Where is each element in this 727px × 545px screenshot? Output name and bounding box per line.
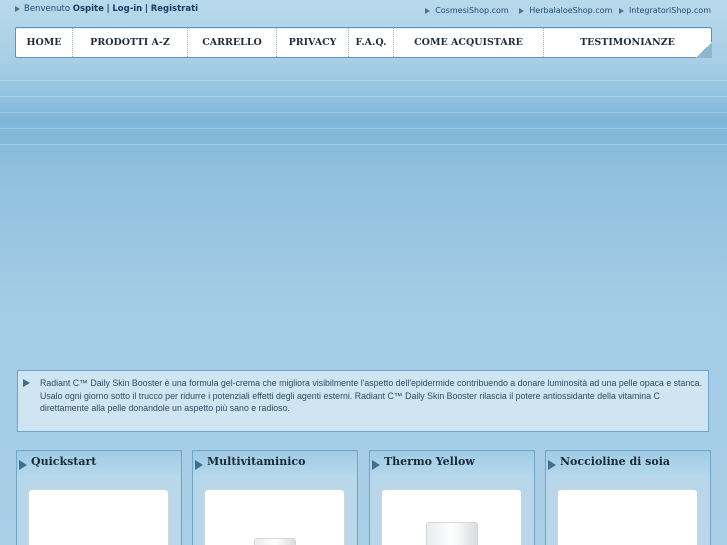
top-bar: Benvenuto Ospite | Log-in | Registrati C… (0, 0, 727, 24)
divider (0, 112, 727, 113)
divider (0, 144, 727, 145)
divider (0, 96, 727, 97)
product-image[interactable] (204, 489, 345, 545)
product-image[interactable] (557, 489, 698, 545)
register-link[interactable]: Registrati (151, 4, 198, 14)
nav-come-acquistare[interactable]: COME ACQUISTARE (394, 28, 544, 57)
site-link-cosmesi[interactable]: CosmesiShop.com (425, 6, 509, 15)
product-description: Radiant C™ Daily Skin Booster è una form… (17, 370, 709, 432)
bottle-image (250, 538, 300, 545)
site-link-herbalaloe[interactable]: HerbalaloeShop.com (519, 6, 612, 15)
description-text: Radiant C™ Daily Skin Booster è una form… (40, 378, 703, 413)
welcome-user: Ospite (72, 4, 104, 14)
partner-sites: CosmesiShop.com HerbalaloeShop.com Integ… (425, 6, 711, 15)
product-title[interactable]: Noccioline di soia (560, 455, 670, 468)
divider (0, 128, 727, 129)
triangle-right-icon (425, 7, 431, 14)
nav-faq[interactable]: F.A.Q. (349, 28, 394, 57)
login-link[interactable]: Log-in (112, 4, 142, 14)
product-card-thermo-yellow[interactable]: Thermo Yellow (369, 450, 535, 545)
separator: | (144, 4, 149, 14)
triangle-right-icon (23, 379, 30, 387)
triangle-right-icon (15, 5, 20, 12)
separator: | (106, 4, 110, 14)
triangle-right-icon (19, 460, 27, 470)
triangle-right-icon (372, 460, 380, 470)
card-header: Quickstart (17, 451, 181, 477)
welcome-text: Benvenuto Ospite | Log-in | Registrati (15, 4, 198, 14)
nav-prodotti[interactable]: PRODOTTI A-Z (73, 28, 188, 57)
triangle-right-icon (618, 7, 624, 14)
site-link-integratori[interactable]: IntegratoriShop.com (618, 6, 711, 15)
triangle-right-icon (519, 7, 525, 14)
product-title[interactable]: Thermo Yellow (384, 455, 475, 468)
product-title[interactable]: Multivitaminico (207, 455, 305, 468)
triangle-right-icon (548, 460, 556, 470)
nav-home[interactable]: HOME (16, 28, 73, 57)
product-card-multivitaminico[interactable]: Multivitaminico (192, 450, 358, 545)
card-header: Noccioline di soia (546, 451, 710, 477)
nav-privacy[interactable]: PRIVACY (277, 28, 349, 57)
main-nav: HOME PRODOTTI A-Z CARRELLO PRIVACY F.A.Q… (15, 27, 712, 58)
product-card-noccioline-di-soia[interactable]: Noccioline di soia (545, 450, 711, 545)
nav-testimonianze[interactable]: TESTIMONIANZE (544, 28, 711, 57)
product-title[interactable]: Quickstart (31, 455, 96, 468)
page-curl-icon (696, 42, 712, 58)
card-header: Thermo Yellow (370, 451, 534, 477)
nav-carrello[interactable]: CARRELLO (188, 28, 277, 57)
welcome-prefix: Benvenuto (24, 4, 71, 14)
product-image[interactable] (381, 489, 522, 545)
bottle-image (425, 522, 479, 545)
product-card-quickstart[interactable]: Quickstart (16, 450, 182, 545)
product-image[interactable] (28, 489, 169, 545)
divider (0, 80, 727, 81)
card-header: Multivitaminico (193, 451, 357, 477)
triangle-right-icon (195, 460, 203, 470)
